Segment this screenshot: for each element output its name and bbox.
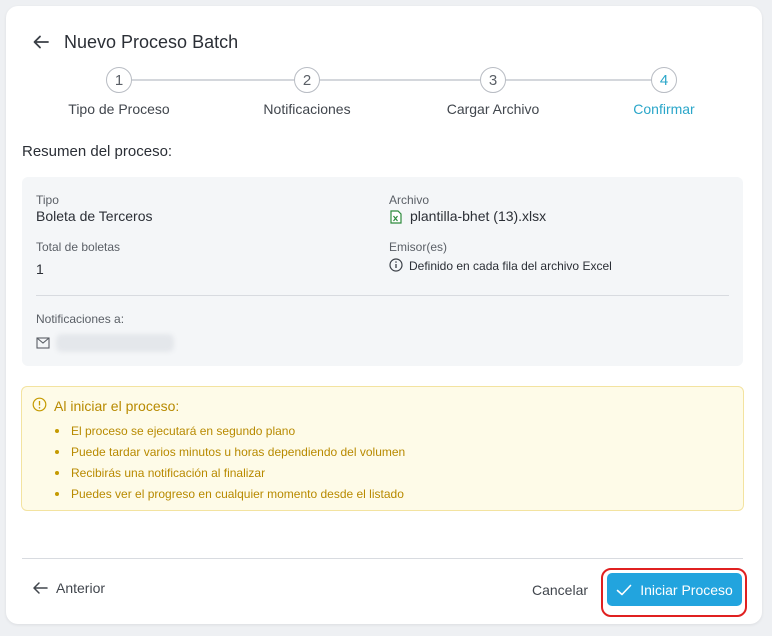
- step-3-label: Cargar Archivo: [446, 101, 540, 117]
- check-icon: [616, 584, 632, 595]
- step-2-label: Notificaciones: [263, 101, 351, 117]
- tipo-label: Tipo: [36, 193, 59, 207]
- arrow-left-icon[interactable]: [32, 33, 50, 51]
- total-label: Total de boletas: [36, 240, 121, 254]
- process-card: Nuevo Proceso Batch 1 2 3 4 Tipo de Proc…: [6, 6, 762, 624]
- emisor-label: Emisor(es): [389, 240, 448, 254]
- archivo-value: plantilla-bhet (13).xlsx: [410, 208, 547, 224]
- step-connector: [132, 79, 294, 81]
- notificaciones-label: Notificaciones a:: [36, 312, 125, 326]
- redacted-email: [56, 334, 174, 352]
- start-process-button[interactable]: Iniciar Proceso: [607, 573, 742, 606]
- start-process-label: Iniciar Proceso: [640, 581, 733, 598]
- archivo-label: Archivo: [389, 193, 430, 207]
- step-4-label: Confirmar: [633, 101, 695, 117]
- step-connector: [506, 79, 652, 81]
- emisor-value: Definido en cada fila del archivo Excel: [409, 259, 612, 273]
- step-2-circle[interactable]: 2: [294, 67, 320, 93]
- step-3-circle[interactable]: 3: [480, 67, 506, 93]
- previous-button-label: Anterior: [56, 580, 106, 596]
- arrow-left-icon: [33, 582, 48, 594]
- warning-info-icon: [32, 397, 47, 417]
- summary-divider: [36, 295, 729, 296]
- warning-panel: Al iniciar el proceso: El proceso se eje…: [21, 386, 744, 511]
- step-connector: [320, 79, 480, 81]
- list-item: Recibirás una notificación al finalizar: [55, 466, 405, 487]
- list-item: El proceso se ejecutará en segundo plano: [55, 424, 405, 445]
- cancel-button[interactable]: Cancelar: [532, 582, 588, 598]
- excel-file-icon: [390, 210, 402, 229]
- summary-panel: Tipo Boleta de Terceros Archivo plantill…: [22, 177, 743, 366]
- step-1-label: Tipo de Proceso: [68, 101, 170, 117]
- tipo-value: Boleta de Terceros: [36, 208, 153, 224]
- footer-divider: [22, 558, 743, 559]
- total-value: 1: [36, 261, 44, 277]
- mail-icon: [36, 336, 50, 354]
- summary-title: Resumen del proceso:: [22, 143, 173, 160]
- list-item: Puede tardar varios minutos u horas depe…: [55, 445, 405, 466]
- previous-button[interactable]: Anterior: [32, 580, 105, 596]
- page-title: Nuevo Proceso Batch: [64, 32, 239, 52]
- step-4-circle[interactable]: 4: [651, 67, 677, 93]
- warning-title: Al iniciar el proceso:: [54, 398, 180, 414]
- step-1-circle[interactable]: 1: [106, 67, 132, 93]
- warning-list: El proceso se ejecutará en segundo plano…: [55, 424, 405, 508]
- info-icon: [389, 258, 403, 277]
- list-item: Puedes ver el progreso en cualquier mome…: [55, 487, 405, 508]
